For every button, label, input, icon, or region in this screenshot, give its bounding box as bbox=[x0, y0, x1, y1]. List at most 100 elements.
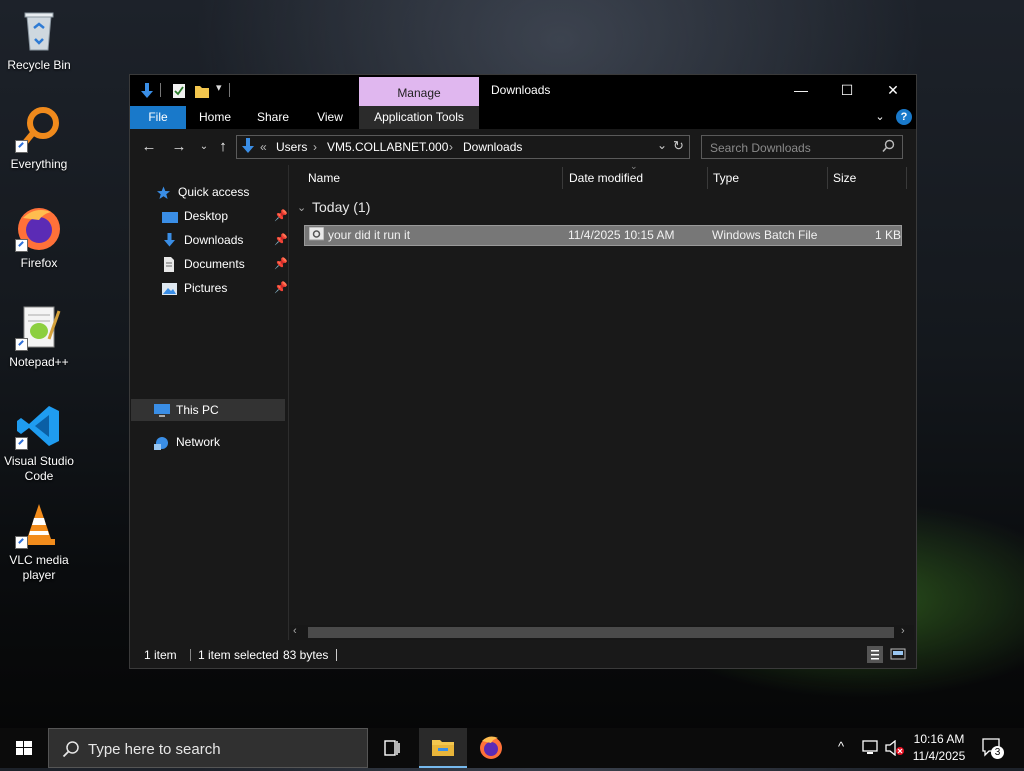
windows-logo-icon bbox=[16, 741, 32, 755]
desktop-icon-firefox[interactable]: Firefox bbox=[0, 204, 78, 271]
nav-item-label: Documents bbox=[184, 257, 245, 271]
breadcrumb-overflow[interactable]: « bbox=[260, 140, 267, 154]
customize-qa-dropdown-icon[interactable]: ▾ bbox=[216, 81, 222, 99]
desktop-icon-everything[interactable]: Everything bbox=[0, 105, 78, 172]
breadcrumb-downloads[interactable]: Downloads bbox=[463, 140, 522, 154]
file-size: 1 KB bbox=[875, 228, 902, 242]
taskbar-search-box[interactable]: Type here to search bbox=[48, 728, 368, 768]
task-view-icon bbox=[384, 740, 400, 756]
pin-icon: 📌 bbox=[274, 258, 288, 270]
group-header-today[interactable]: Today (1) bbox=[312, 199, 370, 215]
close-button[interactable]: ✕ bbox=[870, 75, 916, 106]
nav-item-this-pc[interactable]: This PC bbox=[154, 399, 284, 421]
address-dropdown-chevron-icon[interactable]: ⌄ bbox=[657, 138, 667, 152]
file-date-modified: 11/4/2025 10:15 AM bbox=[568, 228, 675, 242]
column-divider[interactable] bbox=[562, 167, 563, 189]
breadcrumb-users[interactable]: Users bbox=[276, 140, 307, 154]
large-icons-view-icon[interactable] bbox=[890, 646, 906, 665]
shortcut-arrow-icon bbox=[15, 338, 28, 351]
file-list-pane: Name Date modified ⌄ Type Size ⌄ Today (… bbox=[289, 161, 914, 640]
taskbar-file-explorer[interactable] bbox=[419, 728, 467, 768]
column-header-size[interactable]: Size bbox=[833, 165, 856, 191]
scroll-right-icon[interactable]: › bbox=[901, 625, 905, 637]
network-globe-icon bbox=[154, 435, 169, 450]
tab-manage[interactable]: Manage bbox=[359, 77, 479, 106]
ribbon-expand-chevron-icon[interactable]: ⌄ bbox=[872, 106, 888, 129]
column-header-name[interactable]: Name bbox=[308, 165, 340, 191]
taskbar-search-placeholder: Type here to search bbox=[88, 741, 221, 758]
nav-item-label: This PC bbox=[176, 403, 219, 417]
desktop-icon-label: VLC media player bbox=[9, 553, 69, 582]
title-bar: ▾ Manage Downloads — ☐ ✕ bbox=[130, 75, 916, 106]
pin-icon: 📌 bbox=[274, 282, 288, 294]
file-explorer-icon bbox=[432, 740, 454, 756]
table-row[interactable]: your did it run it 11/4/2025 10:15 AM Wi… bbox=[304, 225, 902, 246]
ribbon-tabs: File Home Share View Application Tools ⌄… bbox=[130, 106, 916, 129]
shortcut-arrow-icon bbox=[15, 239, 28, 252]
column-divider[interactable] bbox=[827, 167, 828, 189]
desktop-icon-label: Visual Studio Code bbox=[4, 454, 74, 483]
desktop-icon-vlc[interactable]: VLC media player bbox=[0, 501, 78, 583]
back-arrow-icon[interactable]: ← bbox=[138, 138, 160, 156]
refresh-icon[interactable]: ↻ bbox=[673, 138, 684, 154]
nav-item-label: Quick access bbox=[178, 185, 250, 199]
search-icon bbox=[62, 740, 80, 761]
nav-item-documents[interactable]: Documents bbox=[162, 253, 286, 275]
search-icon[interactable] bbox=[882, 139, 895, 156]
nav-item-label: Desktop bbox=[184, 209, 229, 223]
network-status-icon[interactable] bbox=[862, 740, 880, 759]
task-view-button[interactable] bbox=[368, 728, 416, 768]
desktop-icon-notepadpp[interactable]: Notepad++ bbox=[0, 303, 78, 370]
column-divider[interactable] bbox=[906, 167, 907, 189]
forward-arrow-icon[interactable]: → bbox=[168, 138, 190, 156]
desktop-folder-icon bbox=[162, 209, 178, 223]
column-header-type[interactable]: Type bbox=[713, 165, 739, 191]
tab-file[interactable]: File bbox=[130, 106, 186, 129]
desktop-icon-label: Recycle Bin bbox=[7, 58, 71, 72]
desktop-icon-recycle-bin[interactable]: Recycle Bin bbox=[0, 6, 78, 73]
scroll-left-icon[interactable]: ‹ bbox=[293, 625, 297, 637]
properties-icon[interactable] bbox=[172, 82, 186, 100]
taskbar-firefox[interactable] bbox=[467, 728, 515, 768]
file-type: Windows Batch File bbox=[712, 228, 818, 242]
nav-item-downloads[interactable]: Downloads bbox=[162, 229, 286, 251]
clock[interactable]: 10:16 AM 11/4/2025 bbox=[908, 731, 970, 765]
tab-application-tools[interactable]: Application Tools bbox=[359, 106, 479, 129]
search-input[interactable] bbox=[708, 139, 877, 157]
nav-item-label: Downloads bbox=[184, 233, 244, 247]
desktop-icon-vscode[interactable]: Visual Studio Code bbox=[0, 402, 78, 484]
pictures-icon bbox=[162, 281, 177, 295]
window-title: Downloads bbox=[491, 83, 551, 97]
taskbar: Type here to search ^ 10:16 AM 11/4/2025 bbox=[0, 728, 1024, 768]
start-button[interactable] bbox=[0, 728, 48, 768]
nav-item-pictures[interactable]: Pictures bbox=[162, 277, 286, 299]
search-box bbox=[701, 135, 903, 159]
show-hidden-icons-chevron-icon[interactable]: ^ bbox=[838, 739, 844, 754]
tab-share[interactable]: Share bbox=[248, 106, 298, 129]
horizontal-scrollbar[interactable]: ‹ › bbox=[290, 625, 914, 640]
address-bar[interactable]: « Users › VM5.COLLABNET.000 › Downloads … bbox=[236, 135, 690, 159]
item-count: 1 item bbox=[144, 648, 177, 662]
up-arrow-icon[interactable]: ↑ bbox=[212, 138, 234, 156]
scrollbar-thumb[interactable] bbox=[308, 627, 894, 638]
notification-center-icon[interactable]: 3 bbox=[982, 738, 1004, 759]
maximize-button[interactable]: ☐ bbox=[824, 75, 870, 106]
details-view-icon[interactable] bbox=[867, 646, 883, 663]
minimize-button[interactable]: — bbox=[778, 75, 824, 106]
new-folder-icon[interactable] bbox=[194, 82, 210, 100]
breadcrumb-vm5-collabnet[interactable]: VM5.COLLABNET.000 bbox=[327, 140, 448, 154]
tab-home[interactable]: Home bbox=[190, 106, 240, 129]
nav-item-desktop[interactable]: Desktop bbox=[162, 205, 286, 227]
star-icon bbox=[156, 185, 171, 199]
volume-muted-icon[interactable] bbox=[885, 739, 905, 759]
tab-view[interactable]: View bbox=[305, 106, 355, 129]
status-separator bbox=[190, 649, 191, 661]
this-pc-monitor-icon bbox=[154, 403, 170, 417]
shortcut-arrow-icon bbox=[15, 536, 28, 549]
help-icon[interactable]: ? bbox=[896, 109, 912, 125]
shortcut-arrow-icon bbox=[15, 140, 28, 153]
column-divider[interactable] bbox=[707, 167, 708, 189]
qa-separator bbox=[160, 83, 161, 97]
downloads-folder-icon bbox=[139, 82, 155, 100]
group-collapse-chevron-icon[interactable]: ⌄ bbox=[297, 201, 306, 214]
